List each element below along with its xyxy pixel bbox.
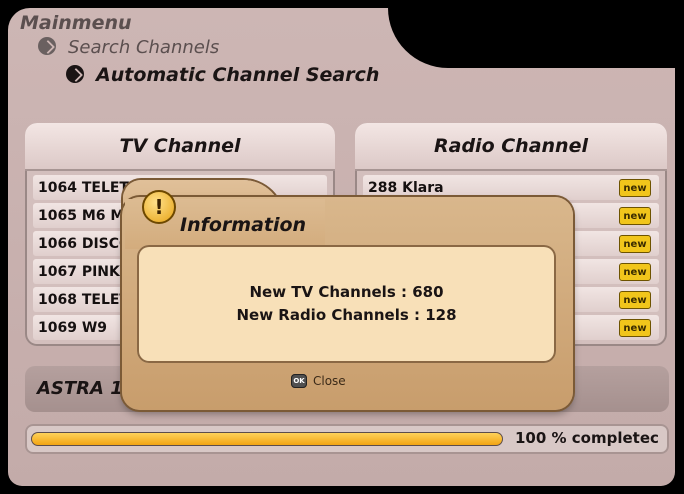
new-badge: new bbox=[619, 291, 651, 309]
close-label: Close bbox=[313, 374, 346, 388]
new-tv-channels-text: New TV Channels : 680 bbox=[249, 283, 444, 301]
tv-channel-header: TV Channel bbox=[25, 123, 335, 171]
dialog-title: Information bbox=[180, 214, 307, 236]
breadcrumb-label: Search Channels bbox=[68, 37, 220, 58]
new-radio-channels-text: New Radio Channels : 128 bbox=[236, 306, 457, 324]
progress-fill bbox=[32, 433, 502, 445]
breadcrumb-item-search-channels: Search Channels bbox=[38, 37, 351, 58]
new-badge: new bbox=[619, 263, 651, 281]
frame-notch bbox=[388, 8, 684, 68]
progress-bar bbox=[31, 432, 503, 446]
breadcrumb-item-automatic-search: Automatic Channel Search bbox=[66, 64, 379, 86]
ok-key-icon: OK bbox=[291, 374, 307, 388]
progress-text: 100 % completec bbox=[515, 429, 659, 447]
new-badge: new bbox=[619, 235, 651, 253]
close-button[interactable]: OK Close bbox=[291, 374, 346, 388]
warning-icon: ! bbox=[142, 190, 176, 224]
satellite-name: ASTRA 1 bbox=[37, 378, 123, 399]
breadcrumb: Mainmenu Search Channels Automatic Chann… bbox=[20, 12, 379, 86]
new-badge: new bbox=[619, 207, 651, 225]
page-title: Automatic Channel Search bbox=[96, 64, 380, 86]
arrow-icon bbox=[66, 64, 84, 83]
radio-channel-header: Radio Channel bbox=[355, 123, 667, 171]
breadcrumb-mainmenu: Mainmenu bbox=[20, 12, 132, 34]
new-badge: new bbox=[619, 179, 651, 197]
new-badge: new bbox=[619, 319, 651, 337]
dialog-message: New TV Channels : 680 New Radio Channels… bbox=[137, 245, 556, 363]
arrow-icon bbox=[38, 37, 56, 55]
progress-row: 100 % completec bbox=[25, 424, 669, 454]
